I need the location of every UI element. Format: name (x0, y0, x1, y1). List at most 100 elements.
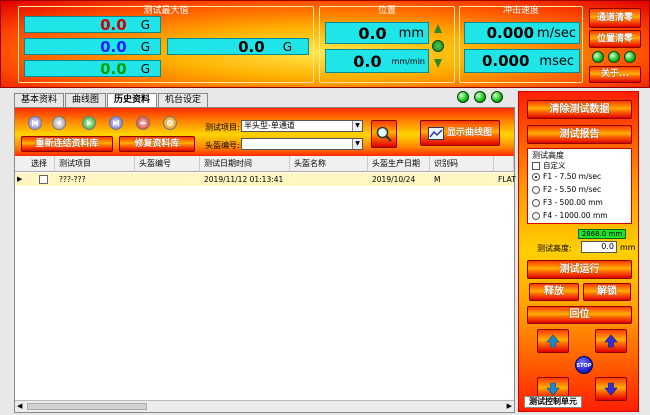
first-record-icon[interactable] (28, 116, 42, 130)
cell-helmet-name (290, 173, 294, 186)
clear-channels-button[interactable]: 通道清零 (589, 8, 641, 28)
status-led-2 (608, 51, 620, 63)
history-toolbar: 重新连结资料库 修复资料库 测试项目: 半头型-单通道 ▼ 头盔编号: ▼ 显示… (15, 108, 514, 156)
test-item-dropdown-icon[interactable]: ▼ (352, 121, 362, 131)
test-run-button[interactable]: 测试运行 (527, 260, 632, 279)
position-unit: mm (398, 25, 424, 41)
fast-up-button[interactable] (595, 329, 627, 353)
test-item-value: 半头型-单通道 (244, 121, 295, 130)
table-row[interactable]: ▶ ???-??? 2019/11/12 01:13:41 2019/10/24… (15, 173, 516, 186)
height-option-f2-label: F2 - 5.50 m/sec (543, 185, 602, 194)
arrow-down-icon (546, 382, 560, 396)
col-helmet-no[interactable]: 头盔编号 (135, 156, 200, 172)
impact-speed-value: 0.000 (486, 24, 535, 42)
last-record-icon[interactable] (109, 116, 123, 130)
chart-icon (427, 126, 444, 140)
cell-production-date: 2019/10/24 (372, 175, 416, 184)
height-option-custom[interactable]: 自定义 (532, 160, 566, 171)
position-speed-unit: mm/min (391, 56, 425, 66)
play-record-icon[interactable] (82, 116, 96, 130)
cell-test-datetime: 2019/11/12 01:13:41 (204, 175, 284, 184)
col-production-date[interactable]: 头盔生产日期 (368, 156, 430, 172)
test-item-label: 测试项目: (205, 123, 240, 132)
prev-record-icon[interactable] (52, 116, 66, 130)
fast-down-button[interactable] (595, 377, 627, 401)
test-height-input[interactable]: 0.0 (581, 241, 617, 253)
col-test-item[interactable]: 测试项目 (55, 156, 135, 172)
test-max-value-3: 0.0 (100, 59, 127, 78)
arrow-up-icon (604, 334, 618, 348)
show-curve-button[interactable]: 显示曲线图 (420, 120, 500, 146)
cell-helmet-no (135, 173, 139, 186)
scroll-right-icon[interactable]: ▶ (507, 402, 512, 410)
impact-speed-unit: m/sec (537, 25, 576, 41)
stop-button[interactable]: STOP (575, 356, 593, 374)
delete-record-icon[interactable] (136, 116, 150, 130)
test-max-value-extra: 0.0 (238, 37, 265, 56)
helmet-no-dropdown-icon[interactable]: ▼ (352, 139, 362, 149)
tab-basic-info[interactable]: 基本资料 (14, 93, 65, 107)
status-led-1 (592, 51, 604, 63)
test-max-group: 测试最大值 0.0 G 0.0 G 0.0 G 0.0 G (18, 6, 314, 83)
custom-checkbox[interactable] (532, 161, 540, 170)
col-extra[interactable] (494, 156, 514, 172)
height-option-f4-label: F4 - 1000.00 mm (543, 211, 608, 220)
clear-position-button[interactable]: 位置清零 (589, 30, 641, 48)
impact-time-value: 0.000 (481, 52, 530, 70)
col-helmet-name[interactable]: 头盔名称 (290, 156, 368, 172)
tab-led-3 (491, 91, 503, 103)
unlock-button[interactable]: 解锁 (583, 283, 631, 301)
test-item-select[interactable]: 半头型-单通道 ▼ (241, 120, 363, 132)
height-option-f1[interactable]: F1 - 7.50 m/sec (532, 172, 601, 181)
height-option-f1-radio[interactable] (532, 172, 540, 181)
return-home-button[interactable]: 回位 (527, 306, 632, 324)
position-center-button[interactable] (432, 40, 444, 52)
scroll-thumb[interactable] (27, 403, 147, 410)
col-identifier[interactable]: 识别码 (430, 156, 494, 172)
height-option-f4-radio[interactable] (532, 211, 540, 220)
arrow-up-icon (546, 334, 560, 348)
test-height-group: 测试高度 自定义 F1 - 7.50 m/sec F2 - 5.50 m/sec… (527, 148, 632, 224)
slow-up-button[interactable] (537, 329, 569, 353)
position-readout: 0.0 mm (325, 22, 429, 44)
top-readout-panel: 测试最大值 0.0 G 0.0 G 0.0 G 0.0 G 位置 0.0 mm … (0, 0, 650, 88)
scroll-left-icon[interactable]: ◀ (17, 402, 22, 410)
helmet-no-select[interactable]: ▼ (241, 138, 363, 150)
impact-time-unit: msec (539, 53, 574, 69)
tab-history[interactable]: 历史资料 (107, 93, 158, 108)
test-max-readout-2: 0.0 G (24, 38, 161, 56)
refresh-record-icon[interactable] (163, 116, 177, 130)
tab-machine-settings[interactable]: 机台设定 (158, 93, 209, 107)
repair-database-button[interactable]: 修复资料库 (119, 136, 195, 152)
clear-test-data-button[interactable]: 清除测试数据 (527, 100, 632, 119)
test-max-readout-1: 0.0 G (24, 15, 161, 34)
position-title: 位置 (377, 6, 396, 16)
test-max-unit-extra: G (282, 39, 292, 54)
height-option-f2[interactable]: F2 - 5.50 m/sec (532, 185, 601, 194)
position-up-arrow-icon[interactable] (433, 23, 443, 35)
test-report-button[interactable]: 测试报告 (527, 125, 632, 144)
tab-curve[interactable]: 曲线图 (65, 93, 107, 107)
tab-led-1 (457, 91, 469, 103)
col-select[interactable]: 选择 (27, 156, 55, 172)
search-icon (376, 126, 392, 142)
height-option-f2-radio[interactable] (532, 185, 540, 194)
height-readout: 2868.0 mm (578, 229, 626, 239)
position-value: 0.0 (358, 23, 387, 43)
search-button[interactable] (371, 120, 397, 148)
height-option-f3-label: F3 - 500.00 mm (543, 198, 603, 207)
col-test-datetime[interactable]: 测试日期时间 (200, 156, 290, 172)
relink-database-button[interactable]: 重新连结资料库 (21, 136, 113, 152)
horizontal-scrollbar[interactable]: ◀ ▶ (15, 400, 514, 412)
test-max-value-1: 0.0 (100, 15, 127, 34)
history-panel: 重新连结资料库 修复资料库 测试项目: 半头型-单通道 ▼ 头盔编号: ▼ 显示… (14, 107, 516, 413)
about-button[interactable]: 关于... (589, 66, 641, 83)
position-down-arrow-icon[interactable] (433, 57, 443, 69)
release-button[interactable]: 释放 (529, 283, 579, 301)
position-speed-value: 0.0 (353, 51, 382, 71)
row-select-checkbox[interactable] (39, 175, 48, 184)
test-control-unit-tab[interactable]: 测试控制单元 (524, 396, 582, 408)
height-option-f3-radio[interactable] (532, 198, 540, 207)
height-option-f4[interactable]: F4 - 1000.00 mm (532, 211, 608, 220)
height-option-f3[interactable]: F3 - 500.00 mm (532, 198, 603, 207)
